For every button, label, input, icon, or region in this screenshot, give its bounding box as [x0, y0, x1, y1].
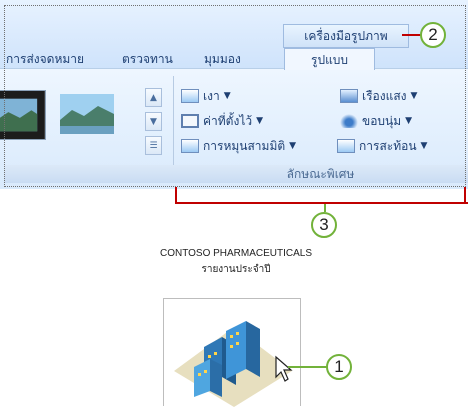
preset-icon	[181, 114, 199, 128]
tab-format[interactable]: รูปแบบ	[284, 48, 376, 70]
dropdown-arrow-icon: ▼	[405, 116, 413, 126]
callout-3-bracket-left	[175, 187, 177, 203]
soft-edges-label: ขอบนุ่ม	[362, 113, 402, 128]
scroll-up-icon: ▲	[150, 92, 157, 103]
glow-label: เรืองแสง	[362, 88, 407, 103]
dropdown-arrow-icon: ▼	[420, 141, 428, 151]
scroll-down-icon: ▼	[150, 116, 157, 127]
landscape-thumbnail-image	[60, 94, 114, 134]
soft-edges-icon	[340, 114, 358, 128]
tab-view[interactable]: มุมมอง	[204, 50, 241, 68]
shadow-icon	[181, 89, 199, 103]
gallery-scroll-down-button[interactable]: ▼	[145, 112, 162, 131]
ribbon: เครื่องมือรูปภาพ การส่งจดหมาย ตรวจทาน มุ…	[0, 0, 468, 189]
report-subtitle: รายงานประจำปี	[201, 264, 271, 275]
dropdown-arrow-icon: ▼	[223, 91, 231, 101]
tab-mailings[interactable]: การส่งจดหมาย	[6, 50, 84, 68]
selected-picture[interactable]	[163, 298, 301, 407]
reflection-button[interactable]: การสะท้อน ▼	[337, 135, 427, 157]
callout-2-leader-line	[402, 34, 422, 36]
dropdown-arrow-icon: ▼	[289, 141, 297, 151]
dropdown-arrow-icon: ▼	[256, 116, 264, 126]
3d-rotation-label: การหมุนสามมิติ	[203, 138, 286, 153]
effects-group-label: ลักษณะพิเศษ	[173, 165, 468, 183]
callout-3-connector	[324, 204, 326, 212]
reflection-label: การสะท้อน	[359, 138, 417, 153]
picture-style-thumbnail[interactable]	[0, 90, 46, 140]
callout-2: 2	[420, 22, 446, 48]
glow-icon	[340, 89, 358, 103]
callout-3: 3	[311, 212, 337, 238]
ribbon-tabs: การส่งจดหมาย ตรวจทาน มุมมอง รูปแบบ	[0, 48, 468, 70]
picture-styles-group-footer	[4, 165, 173, 183]
reflection-icon	[337, 139, 355, 153]
callout-1: 1	[326, 354, 352, 380]
soft-edges-button[interactable]: ขอบนุ่ม ▼	[340, 110, 412, 132]
company-name: CONTOSO PHARMACEUTICALS	[159, 248, 313, 259]
glow-button[interactable]: เรืองแสง ▼	[340, 85, 417, 107]
shadow-button[interactable]: เงา ▼	[181, 85, 231, 107]
gallery-more-button[interactable]: ☰	[145, 136, 162, 155]
3d-rotation-button[interactable]: การหมุนสามมิติ ▼	[181, 135, 296, 157]
callout-1-leader-line	[288, 366, 328, 368]
contextual-tab-group-label[interactable]: เครื่องมือรูปภาพ	[283, 24, 409, 48]
preset-label: ค่าที่ตั้งไว้	[203, 113, 253, 128]
picture-style-thumbnail[interactable]	[58, 90, 116, 140]
preset-button[interactable]: ค่าที่ตั้งไว้ ▼	[181, 110, 263, 132]
more-icon: ☰	[149, 140, 158, 151]
buildings-logo-icon	[174, 321, 293, 407]
dropdown-arrow-icon: ▼	[410, 91, 418, 101]
gallery-scroll-up-button[interactable]: ▲	[145, 88, 162, 107]
landscape-thumbnail-image	[0, 91, 45, 139]
tab-review[interactable]: ตรวจทาน	[122, 50, 173, 68]
callout-3-bracket-right	[464, 187, 466, 203]
shadow-label: เงา	[203, 88, 220, 103]
callout-3-bracket-bottom	[175, 202, 468, 204]
3d-rotation-icon	[181, 139, 199, 153]
